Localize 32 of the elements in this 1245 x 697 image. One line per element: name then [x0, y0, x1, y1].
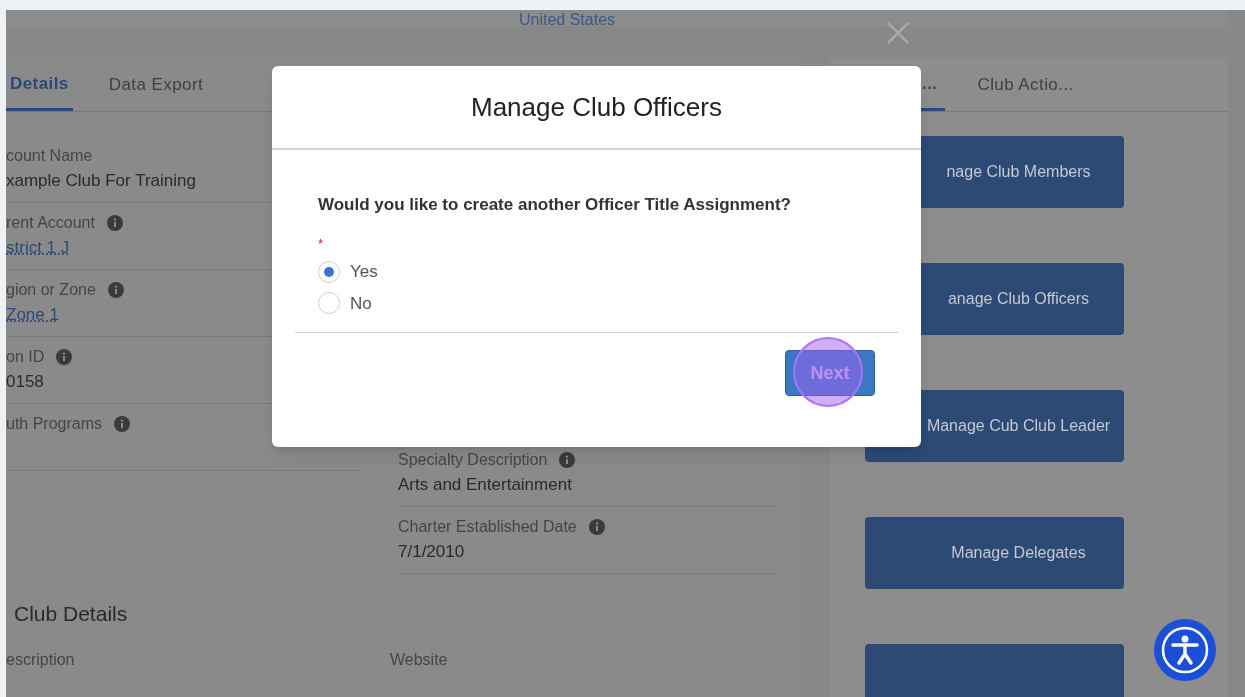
tab[interactable]: Club Actio... — [969, 59, 1082, 111]
field-label: Charter Established Date — [398, 517, 577, 537]
field-value: 7/1/2010 — [398, 541, 465, 563]
next-button[interactable]: Next — [785, 350, 875, 396]
modal-title: Manage Club Officers — [471, 90, 722, 124]
field-value: 0158 — [6, 371, 44, 393]
field-label: rent Account — [6, 213, 95, 233]
action-button[interactable]: Manage Delegates — [865, 517, 1124, 589]
field-link[interactable]: Zone 1 — [6, 302, 59, 328]
question-text: Would you like to create another Officer Title Assignment? — [318, 194, 792, 216]
radio-button[interactable] — [318, 292, 340, 315]
field-label: uth Programs — [6, 414, 103, 434]
field-value: Arts and Entertainment — [398, 474, 572, 496]
tab[interactable]: Details — [6, 59, 73, 111]
field-label: gion or Zone — [6, 280, 96, 300]
radio-option[interactable]: No — [318, 290, 372, 316]
action-button[interactable] — [865, 644, 1124, 697]
field-link[interactable]: strict 1 J — [6, 235, 70, 261]
field-label: on ID — [6, 347, 45, 367]
field-label: Website — [390, 649, 448, 670]
field-label: escription — [6, 649, 76, 670]
radio-button[interactable] — [318, 260, 340, 283]
radio-option[interactable]: Yes — [318, 259, 378, 285]
country-text: United States — [518, 10, 616, 26]
field-label: Specialty Description — [398, 450, 548, 470]
section-heading: Club Details — [14, 601, 129, 627]
close-icon[interactable] — [886, 21, 910, 45]
field-value: xample Club For Training — [6, 170, 196, 192]
required-mark: * — [318, 234, 324, 253]
field-label: count Name — [6, 146, 93, 166]
tab[interactable]: Data Export — [104, 59, 208, 111]
accessibility-icon — [1160, 625, 1210, 675]
